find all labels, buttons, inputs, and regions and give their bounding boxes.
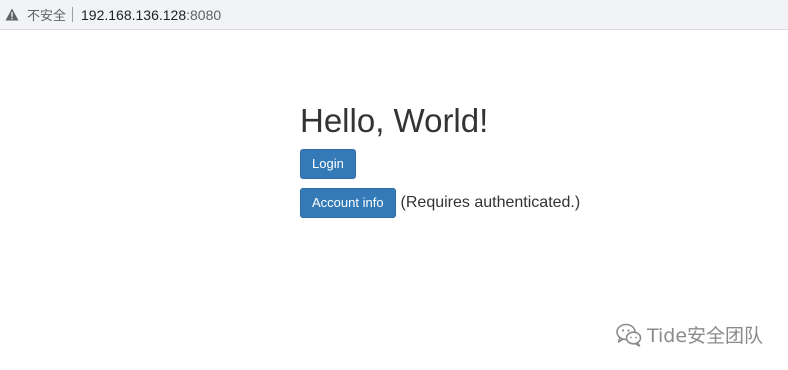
address-divider xyxy=(72,7,74,22)
watermark: Tide安全团队 xyxy=(615,321,763,348)
page-title: Hello, World! xyxy=(300,102,489,139)
login-row: Login xyxy=(300,149,356,179)
url-host[interactable]: 192.168.136.128 xyxy=(81,7,186,23)
login-button[interactable]: Login xyxy=(300,149,356,179)
url-port[interactable]: :8080 xyxy=(186,7,221,23)
watermark-text: Tide安全团队 xyxy=(647,325,764,347)
wechat-icon xyxy=(615,322,643,348)
browser-address-bar[interactable]: 不安全 192.168.136.128 :8080 xyxy=(0,0,788,30)
auth-requirement-note: (Requires authenticated.) xyxy=(400,194,581,211)
page-content: Hello, World! Login Account info (Requir… xyxy=(300,100,580,218)
security-status-label[interactable]: 不安全 xyxy=(27,5,66,24)
account-row: Account info (Requires authenticated.) xyxy=(300,188,580,218)
warning-triangle-icon[interactable] xyxy=(5,8,19,21)
account-info-button[interactable]: Account info xyxy=(300,188,396,218)
